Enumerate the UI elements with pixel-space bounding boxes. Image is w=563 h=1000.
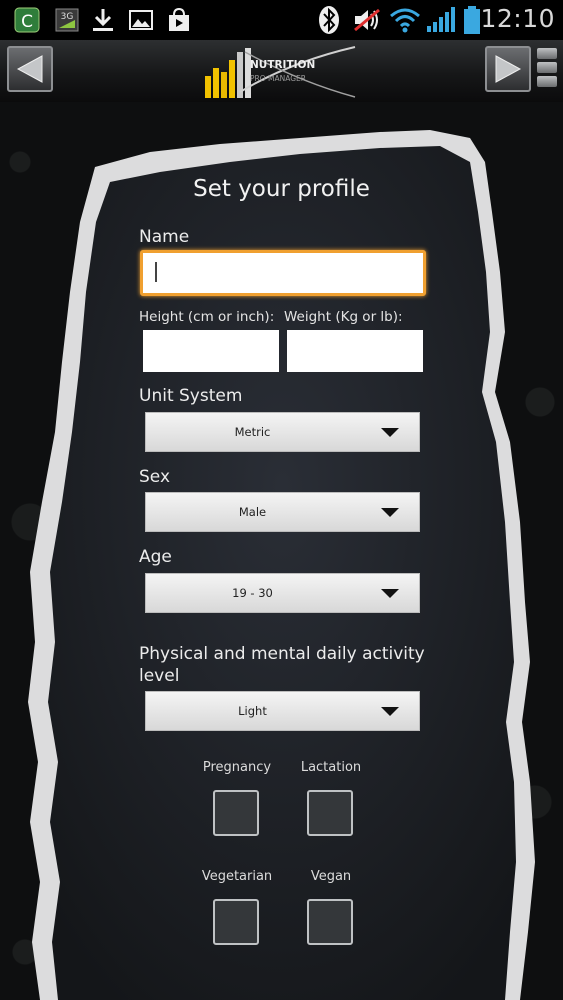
vegetarian-label: Vegetarian [201, 869, 273, 884]
dropdown-arrow-icon [381, 508, 399, 517]
forward-arrow-icon [495, 55, 522, 83]
overflow-menu-icon [537, 48, 557, 59]
lactation-checkbox[interactable] [307, 790, 353, 836]
status-bar: C 3G 12:10 [0, 0, 563, 40]
unit-system-value: Metric [234, 425, 271, 439]
svg-text:NUTRITION: NUTRITION [250, 59, 315, 71]
signal-icon [424, 6, 458, 34]
dropdown-arrow-icon [381, 707, 399, 716]
sex-select[interactable]: Male [145, 492, 420, 532]
svg-text:3G: 3G [61, 12, 74, 22]
torn-paper-panel [28, 130, 535, 1000]
height-input[interactable] [143, 330, 279, 372]
lactation-label: Lactation [300, 760, 362, 775]
unit-system-select[interactable]: Metric [145, 412, 420, 452]
network-3g-icon: 3G [52, 6, 82, 34]
name-label: Name [139, 227, 190, 247]
unit-system-label: Unit System [139, 386, 243, 406]
page-title: Set your profile [193, 176, 370, 202]
back-arrow-icon [16, 55, 43, 83]
wifi-icon [388, 6, 422, 34]
pregnancy-checkbox[interactable] [213, 790, 259, 836]
age-select[interactable]: 19 - 30 [145, 573, 420, 613]
weight-input[interactable] [287, 330, 423, 372]
text-cursor [155, 262, 157, 282]
action-bar: NUTRITION PRO MANAGER [0, 40, 563, 103]
activity-level-select[interactable]: Light [145, 691, 420, 731]
bluetooth-icon [314, 6, 344, 34]
age-value: 19 - 30 [232, 586, 273, 600]
image-icon [126, 6, 156, 34]
play-store-icon [164, 6, 194, 34]
vegetarian-checkbox[interactable] [213, 899, 259, 945]
clock: 12:10 [480, 4, 555, 33]
forward-button[interactable] [485, 46, 531, 92]
back-button[interactable] [7, 46, 53, 92]
activity-level-label: Physical and mental daily activity level [139, 644, 425, 686]
dropdown-arrow-icon [381, 428, 399, 437]
vegan-checkbox[interactable] [307, 899, 353, 945]
sex-label: Sex [139, 467, 171, 487]
overflow-menu-button[interactable] [537, 48, 559, 92]
name-input[interactable] [140, 250, 426, 296]
sex-value: Male [238, 505, 267, 519]
app-c-icon: C [12, 6, 42, 34]
mute-icon [350, 6, 384, 34]
vegan-label: Vegan [310, 869, 352, 884]
height-label: Height (cm or inch): [139, 309, 275, 325]
pregnancy-label: Pregnancy [202, 760, 272, 775]
app-logo: NUTRITION PRO MANAGER [200, 42, 360, 100]
download-icon [88, 6, 118, 34]
weight-label: Weight (Kg or lb): [284, 309, 403, 325]
activity-level-value: Light [238, 704, 267, 718]
svg-text:PRO MANAGER: PRO MANAGER [250, 74, 306, 83]
age-label: Age [139, 547, 172, 567]
dropdown-arrow-icon [381, 589, 399, 598]
svg-text:C: C [21, 12, 33, 32]
